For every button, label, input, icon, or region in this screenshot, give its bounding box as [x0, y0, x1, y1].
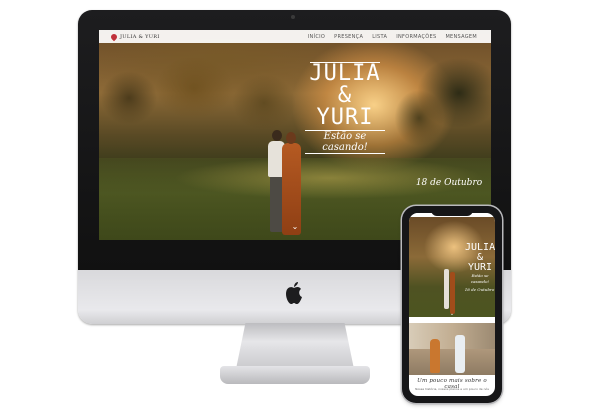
nav-link-lista[interactable]: LISTA	[372, 34, 387, 40]
imac-stand	[236, 323, 354, 369]
hero-date: 18 de Outubro	[415, 178, 483, 188]
hero-title-block: JULIA & YURI Estão se casando!	[305, 62, 385, 154]
mobile-couple-photo	[409, 323, 495, 375]
couple-figure	[455, 335, 465, 373]
hero-name-line2: & YURI	[316, 83, 374, 130]
site-logo[interactable]: JULIA & YURI	[109, 32, 160, 41]
heart-icon	[109, 32, 119, 41]
mobile-hero-title: JULIA & YURI Estão se casando!	[465, 243, 495, 285]
nav-link-presenca[interactable]: PRESENÇA	[334, 34, 363, 40]
mobile-date: 18 de Outubro	[464, 287, 495, 292]
chevron-down-icon[interactable]: ⌄	[290, 222, 300, 232]
camera-icon	[291, 15, 295, 19]
phone-notch	[431, 209, 473, 216]
couple-figure	[272, 130, 282, 141]
site-navbar: JULIA & YURI INÍCIO PRESENÇA LISTA INFOR…	[99, 30, 491, 43]
chevron-down-icon[interactable]: ⌄	[448, 311, 456, 317]
mobile-section-subtext: Nossa história, nossos planos e um pouco…	[415, 387, 489, 391]
nav-links: INÍCIO PRESENÇA LISTA INFORMAÇÕES MENSAG…	[299, 34, 477, 40]
mobile-name-line2: & YURI	[467, 252, 493, 273]
couple-figure	[286, 132, 296, 144]
nav-link-informacoes[interactable]: INFORMAÇÕES	[396, 34, 436, 40]
mobile-website-screen: JULIA & YURI Estão se casando! 18 de Out…	[409, 213, 495, 396]
imac-foot	[220, 366, 370, 384]
hero-couple-photo	[264, 130, 308, 240]
nav-link-mensagem[interactable]: MENSAGEM	[445, 34, 477, 40]
site-logo-text: JULIA & YURI	[120, 33, 160, 40]
nav-link-inicio[interactable]: INÍCIO	[308, 34, 325, 40]
couple-figure	[450, 272, 455, 314]
hero-tagline: Estão se casando!	[305, 130, 385, 154]
photo-background	[409, 323, 495, 349]
mobile-hero: JULIA & YURI Estão se casando! 18 de Out…	[409, 217, 495, 317]
apple-logo-icon	[286, 282, 302, 304]
couple-figure	[444, 269, 449, 309]
couple-figure	[430, 339, 440, 373]
hero-name-line1: JULIA	[309, 61, 381, 86]
mobile-tagline: Estão se casando!	[470, 273, 490, 284]
